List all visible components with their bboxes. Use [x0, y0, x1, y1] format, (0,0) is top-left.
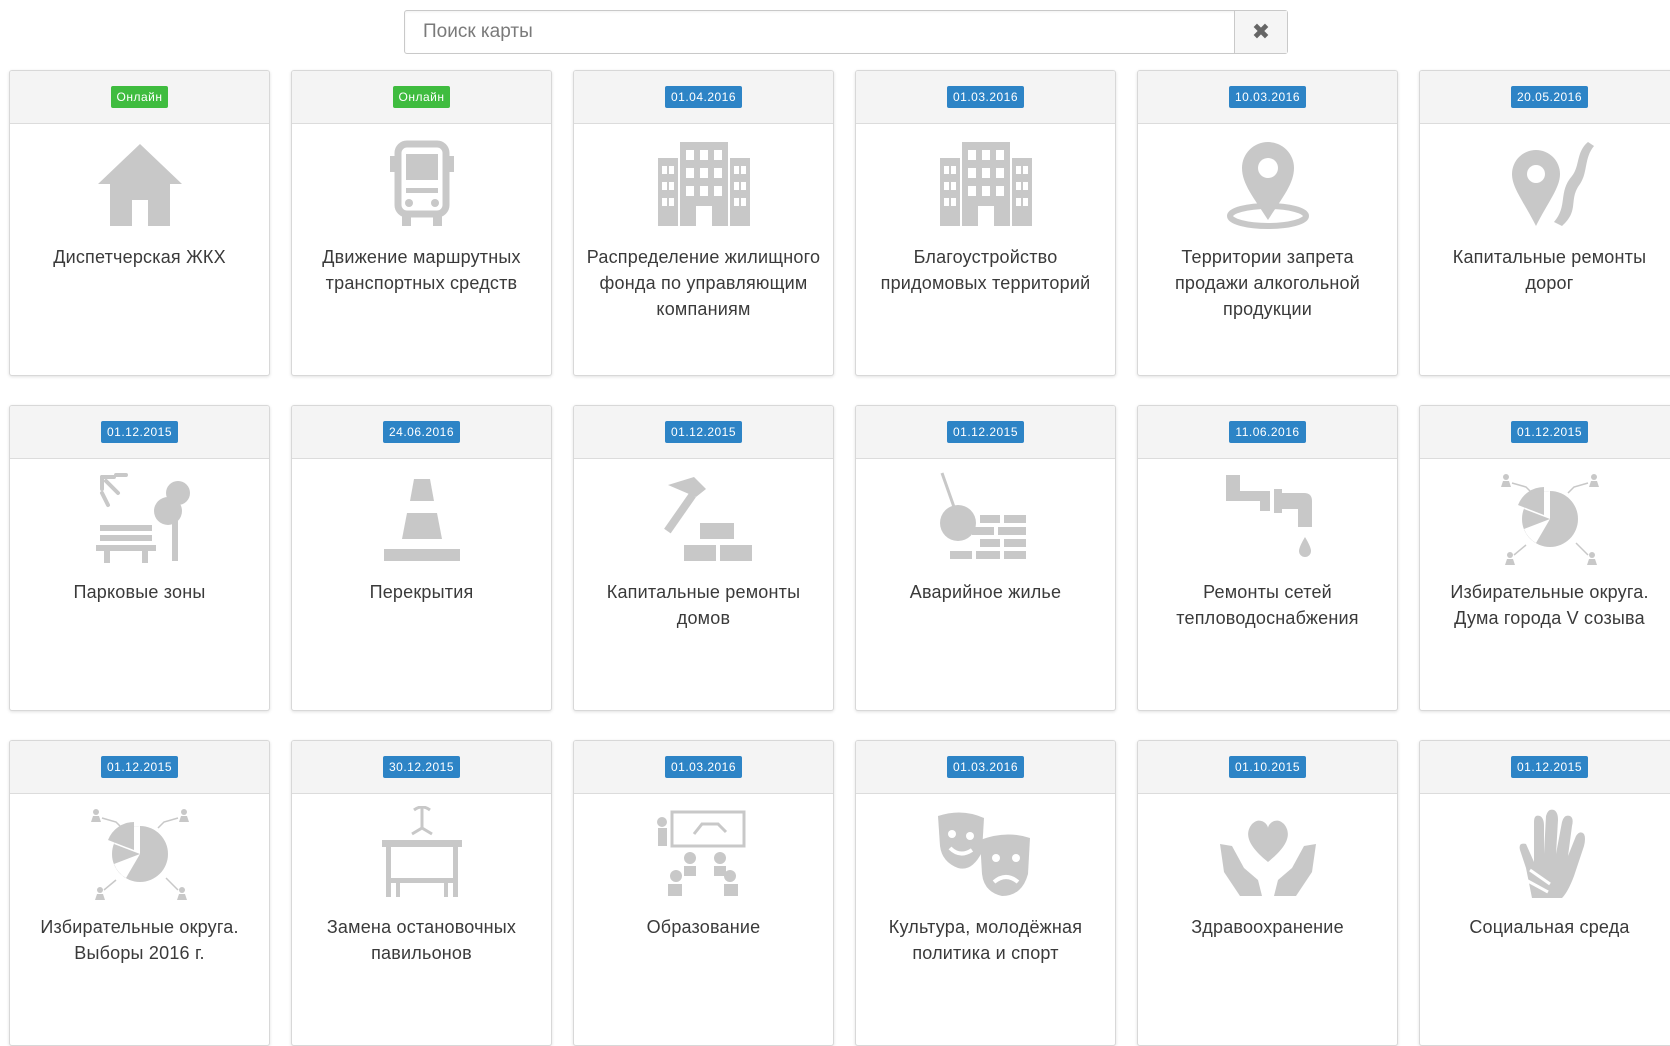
map-card[interactable]: 01.12.2015 Парковые зоны	[9, 405, 270, 711]
heart-hands-icon	[1138, 794, 1397, 902]
pie-people-icon	[10, 794, 269, 902]
house-icon	[10, 124, 269, 232]
date-badge: 01.03.2016	[946, 86, 1025, 108]
card-header: 30.12.2015	[292, 741, 551, 794]
date-badge: 01.04.2016	[664, 86, 743, 108]
date-badge: 01.12.2015	[1510, 756, 1589, 778]
hand-icon	[1420, 794, 1670, 902]
map-card[interactable]: 01.03.2016 Благоустройство придомовых те…	[855, 70, 1116, 376]
card-header: 20.05.2016	[1420, 71, 1670, 124]
map-card[interactable]: 01.12.2015 Избирательные округа. Дума го…	[1419, 405, 1670, 711]
map-card[interactable]: 01.12.2015 Избирательные округа. Выборы …	[9, 740, 270, 1046]
map-card[interactable]: 24.06.2016 Перекрытия	[291, 405, 552, 711]
card-title: Замена остановочных павильонов	[326, 917, 517, 963]
date-badge: 01.12.2015	[1510, 421, 1589, 443]
wrecking-ball-icon	[856, 459, 1115, 567]
card-title: Социальная среда	[1469, 917, 1630, 937]
card-title: Диспетчерская ЖКХ	[53, 247, 226, 267]
park-bench-icon	[10, 459, 269, 567]
map-card[interactable]: 01.03.2016 Культура, молодёжная политика…	[855, 740, 1116, 1046]
card-header: 01.12.2015	[1420, 406, 1670, 459]
map-card[interactable]: 01.03.2016 Образование	[573, 740, 834, 1046]
theater-masks-icon	[856, 794, 1115, 902]
clear-search-button[interactable]: ✖	[1234, 11, 1287, 53]
date-badge: 20.05.2016	[1510, 86, 1589, 108]
date-badge: 24.06.2016	[382, 421, 461, 443]
card-header: 01.04.2016	[574, 71, 833, 124]
card-title: Капитальные ремонты дорог	[1452, 247, 1647, 293]
map-pin-icon	[1138, 124, 1397, 232]
card-header: 01.03.2016	[856, 741, 1115, 794]
card-header: 01.12.2015	[10, 406, 269, 459]
pipe-faucet-icon	[1138, 459, 1397, 567]
map-card[interactable]: 20.05.2016 Капитальные ремонты дорог	[1419, 70, 1670, 376]
card-header: 10.03.2016	[1138, 71, 1397, 124]
traffic-cone-icon	[292, 459, 551, 567]
date-badge: 10.03.2016	[1228, 86, 1307, 108]
building-icon	[856, 124, 1115, 232]
card-header: 24.06.2016	[292, 406, 551, 459]
card-title: Распределение жилищного фонда по управля…	[586, 247, 821, 319]
date-badge: 01.03.2016	[946, 756, 1025, 778]
map-card[interactable]: Онлайн Движение маршрутных транспортных …	[291, 70, 552, 376]
close-icon: ✖	[1251, 19, 1271, 44]
classroom-icon	[574, 794, 833, 902]
date-badge: 01.12.2015	[664, 421, 743, 443]
map-card[interactable]: Онлайн Диспетчерская ЖКХ	[9, 70, 270, 376]
map-card[interactable]: 30.12.2015 Замена остановочных павильоно…	[291, 740, 552, 1046]
search-bar: ✖	[404, 10, 1288, 54]
date-badge: 11.06.2016	[1229, 421, 1306, 443]
card-header: Онлайн	[10, 71, 269, 124]
map-card[interactable]: 01.10.2015 Здравоохранение	[1137, 740, 1398, 1046]
card-title: Аварийное жилье	[909, 582, 1062, 602]
card-header: 01.12.2015	[574, 406, 833, 459]
card-header: 01.10.2015	[1138, 741, 1397, 794]
card-title: Территории запрета продажи алкогольной п…	[1174, 247, 1361, 319]
card-header: 11.06.2016	[1138, 406, 1397, 459]
card-title: Избирательные округа. Выборы 2016 г.	[40, 917, 239, 963]
card-title: Перекрытия	[369, 582, 474, 602]
date-badge: 01.03.2016	[664, 756, 743, 778]
road-pin-icon	[1420, 124, 1670, 232]
online-badge: Онлайн	[392, 86, 451, 108]
pie-people-icon	[1420, 459, 1670, 567]
date-badge: 01.10.2015	[1228, 756, 1307, 778]
bus-shelter-icon	[292, 794, 551, 902]
card-header: 01.12.2015	[856, 406, 1115, 459]
card-title: Парковые зоны	[73, 582, 206, 602]
date-badge: 30.12.2015	[382, 756, 461, 778]
date-badge: 01.12.2015	[100, 756, 179, 778]
card-header: 01.03.2016	[574, 741, 833, 794]
search-input[interactable]	[405, 11, 1234, 53]
card-header: 01.12.2015	[1420, 741, 1670, 794]
card-title: Образование	[646, 917, 761, 937]
card-title: Культура, молодёжная политика и спорт	[888, 917, 1083, 963]
card-header: 01.03.2016	[856, 71, 1115, 124]
card-header: Онлайн	[292, 71, 551, 124]
map-card[interactable]: 11.06.2016 Ремонты сетей тепловодоснабже…	[1137, 405, 1398, 711]
map-card[interactable]: 01.04.2016 Распределение жилищного фонда…	[573, 70, 834, 376]
date-badge: 01.12.2015	[946, 421, 1025, 443]
card-title: Избирательные округа. Дума города V созы…	[1450, 582, 1649, 628]
online-badge: Онлайн	[110, 86, 169, 108]
map-card-grid: Онлайн Диспетчерская ЖКХ Онлайн Движение…	[9, 70, 1670, 1046]
card-title: Движение маршрутных транспортных средств	[322, 247, 521, 293]
map-card[interactable]: 01.12.2015 Аварийное жилье	[855, 405, 1116, 711]
map-card[interactable]: 10.03.2016 Территории запрета продажи ал…	[1137, 70, 1398, 376]
bus-icon	[292, 124, 551, 232]
map-card[interactable]: 01.12.2015 Социальная среда	[1419, 740, 1670, 1046]
building-icon	[574, 124, 833, 232]
map-card[interactable]: 01.12.2015 Капитальные ремонты домов	[573, 405, 834, 711]
card-title: Здравоохранение	[1191, 917, 1344, 937]
card-title: Ремонты сетей тепловодоснабжения	[1176, 582, 1359, 628]
card-header: 01.12.2015	[10, 741, 269, 794]
date-badge: 01.12.2015	[100, 421, 179, 443]
hammer-bricks-icon	[574, 459, 833, 567]
card-title: Благоустройство придомовых территорий	[880, 247, 1091, 293]
card-title: Капитальные ремонты домов	[606, 582, 801, 628]
